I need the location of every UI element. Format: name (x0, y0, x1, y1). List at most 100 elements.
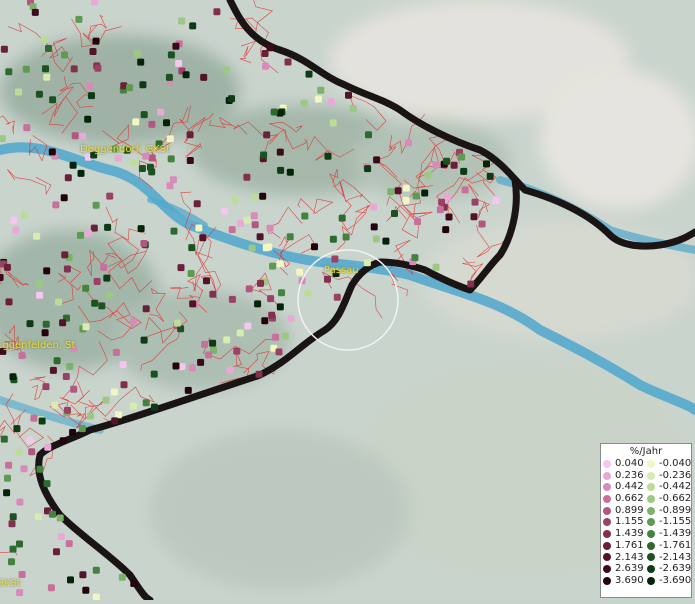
station-marker (226, 366, 234, 374)
station-marker (233, 347, 241, 355)
station-marker (223, 336, 231, 344)
station-marker (370, 223, 378, 231)
station-marker (102, 396, 110, 404)
station-marker (16, 540, 23, 548)
station-marker (140, 111, 148, 119)
station-marker (5, 298, 13, 306)
station-marker (35, 90, 43, 98)
legend-title: %/Jahr (629, 446, 663, 457)
station-marker (445, 213, 453, 221)
legend-label: -1.155 (659, 516, 692, 528)
station-marker (129, 402, 137, 410)
station-marker (91, 299, 99, 307)
station-marker (43, 267, 51, 275)
legend-label: 2.143 (615, 551, 644, 563)
station-marker (199, 234, 207, 242)
station-marker (364, 165, 372, 173)
station-marker (276, 303, 284, 311)
station-marker (314, 95, 322, 103)
legend-entry-positive: 0.040 (601, 458, 645, 470)
station-marker (41, 329, 49, 337)
legend-row: 1.439 -1.439 (601, 528, 691, 540)
station-marker (486, 172, 494, 180)
station-marker (275, 348, 283, 356)
station-marker (48, 148, 56, 156)
station-marker (42, 320, 50, 328)
station-marker (172, 362, 180, 370)
station-marker (189, 300, 197, 308)
legend-entry-negative: -1.155 (645, 516, 691, 528)
legend-entry-negative: -2.639 (645, 563, 691, 575)
legend-entry-negative: -3.690 (645, 575, 691, 587)
station-marker (0, 45, 8, 53)
station-marker (150, 370, 158, 378)
station-marker (0, 135, 6, 143)
station-marker (237, 219, 245, 227)
place-label-passau: Passau (324, 265, 359, 276)
station-marker (228, 226, 236, 234)
station-marker (411, 254, 419, 262)
station-marker (251, 221, 259, 229)
legend-swatch (647, 529, 655, 538)
legend-swatch (647, 541, 655, 550)
station-marker (4, 474, 11, 482)
station-marker (142, 305, 150, 313)
map-canvas[interactable] (0, 0, 695, 604)
station-marker (170, 227, 178, 235)
station-marker (104, 223, 112, 231)
legend-label: 0.236 (615, 469, 644, 481)
station-marker (138, 165, 146, 172)
station-marker (77, 231, 84, 239)
station-marker (370, 203, 378, 211)
station-marker (201, 340, 209, 348)
station-marker (169, 176, 177, 184)
station-marker (12, 226, 20, 234)
station-marker (42, 383, 50, 391)
station-marker (177, 264, 185, 272)
station-marker (276, 260, 284, 268)
station-marker (363, 259, 371, 267)
legend-row: 1.761 -1.761 (601, 540, 691, 552)
station-marker (61, 51, 68, 59)
station-marker (62, 373, 70, 380)
station-marker (56, 514, 64, 522)
station-marker (221, 207, 229, 215)
station-marker (9, 545, 17, 553)
station-marker (471, 198, 479, 206)
legend-entry-negative: -1.761 (645, 540, 691, 552)
station-marker (84, 115, 92, 123)
station-marker (23, 124, 31, 132)
station-marker (178, 17, 186, 25)
legend-entry-negative: -0.236 (645, 470, 691, 482)
station-marker (333, 293, 341, 301)
map-view[interactable]: Deggendorf, GKSt Passau Eggenfelden, St … (0, 0, 695, 604)
legend-label: -1.439 (659, 528, 692, 540)
station-marker (331, 255, 339, 263)
legend-entry-negative: -0.662 (645, 493, 691, 505)
station-marker (98, 302, 106, 310)
station-marker (55, 298, 63, 306)
station-marker (209, 290, 217, 298)
station-marker (197, 358, 205, 366)
station-marker (184, 386, 192, 394)
station-marker (8, 558, 15, 566)
station-marker (111, 417, 119, 425)
legend-swatch (603, 518, 611, 527)
station-marker (166, 182, 174, 190)
station-marker (112, 348, 120, 356)
station-marker (317, 86, 325, 94)
legend-swatch (647, 576, 655, 585)
station-marker (432, 161, 440, 169)
legend-swatch (603, 565, 611, 574)
station-marker (405, 139, 412, 147)
station-marker (140, 336, 148, 344)
station-marker (478, 220, 486, 228)
station-marker (304, 289, 312, 297)
station-marker (5, 461, 13, 469)
station-marker (329, 235, 337, 243)
station-marker (189, 22, 197, 30)
legend-entry-positive: 1.439 (601, 528, 645, 540)
station-marker (44, 443, 52, 451)
legend-label: 0.662 (615, 493, 644, 505)
station-marker (200, 73, 208, 81)
